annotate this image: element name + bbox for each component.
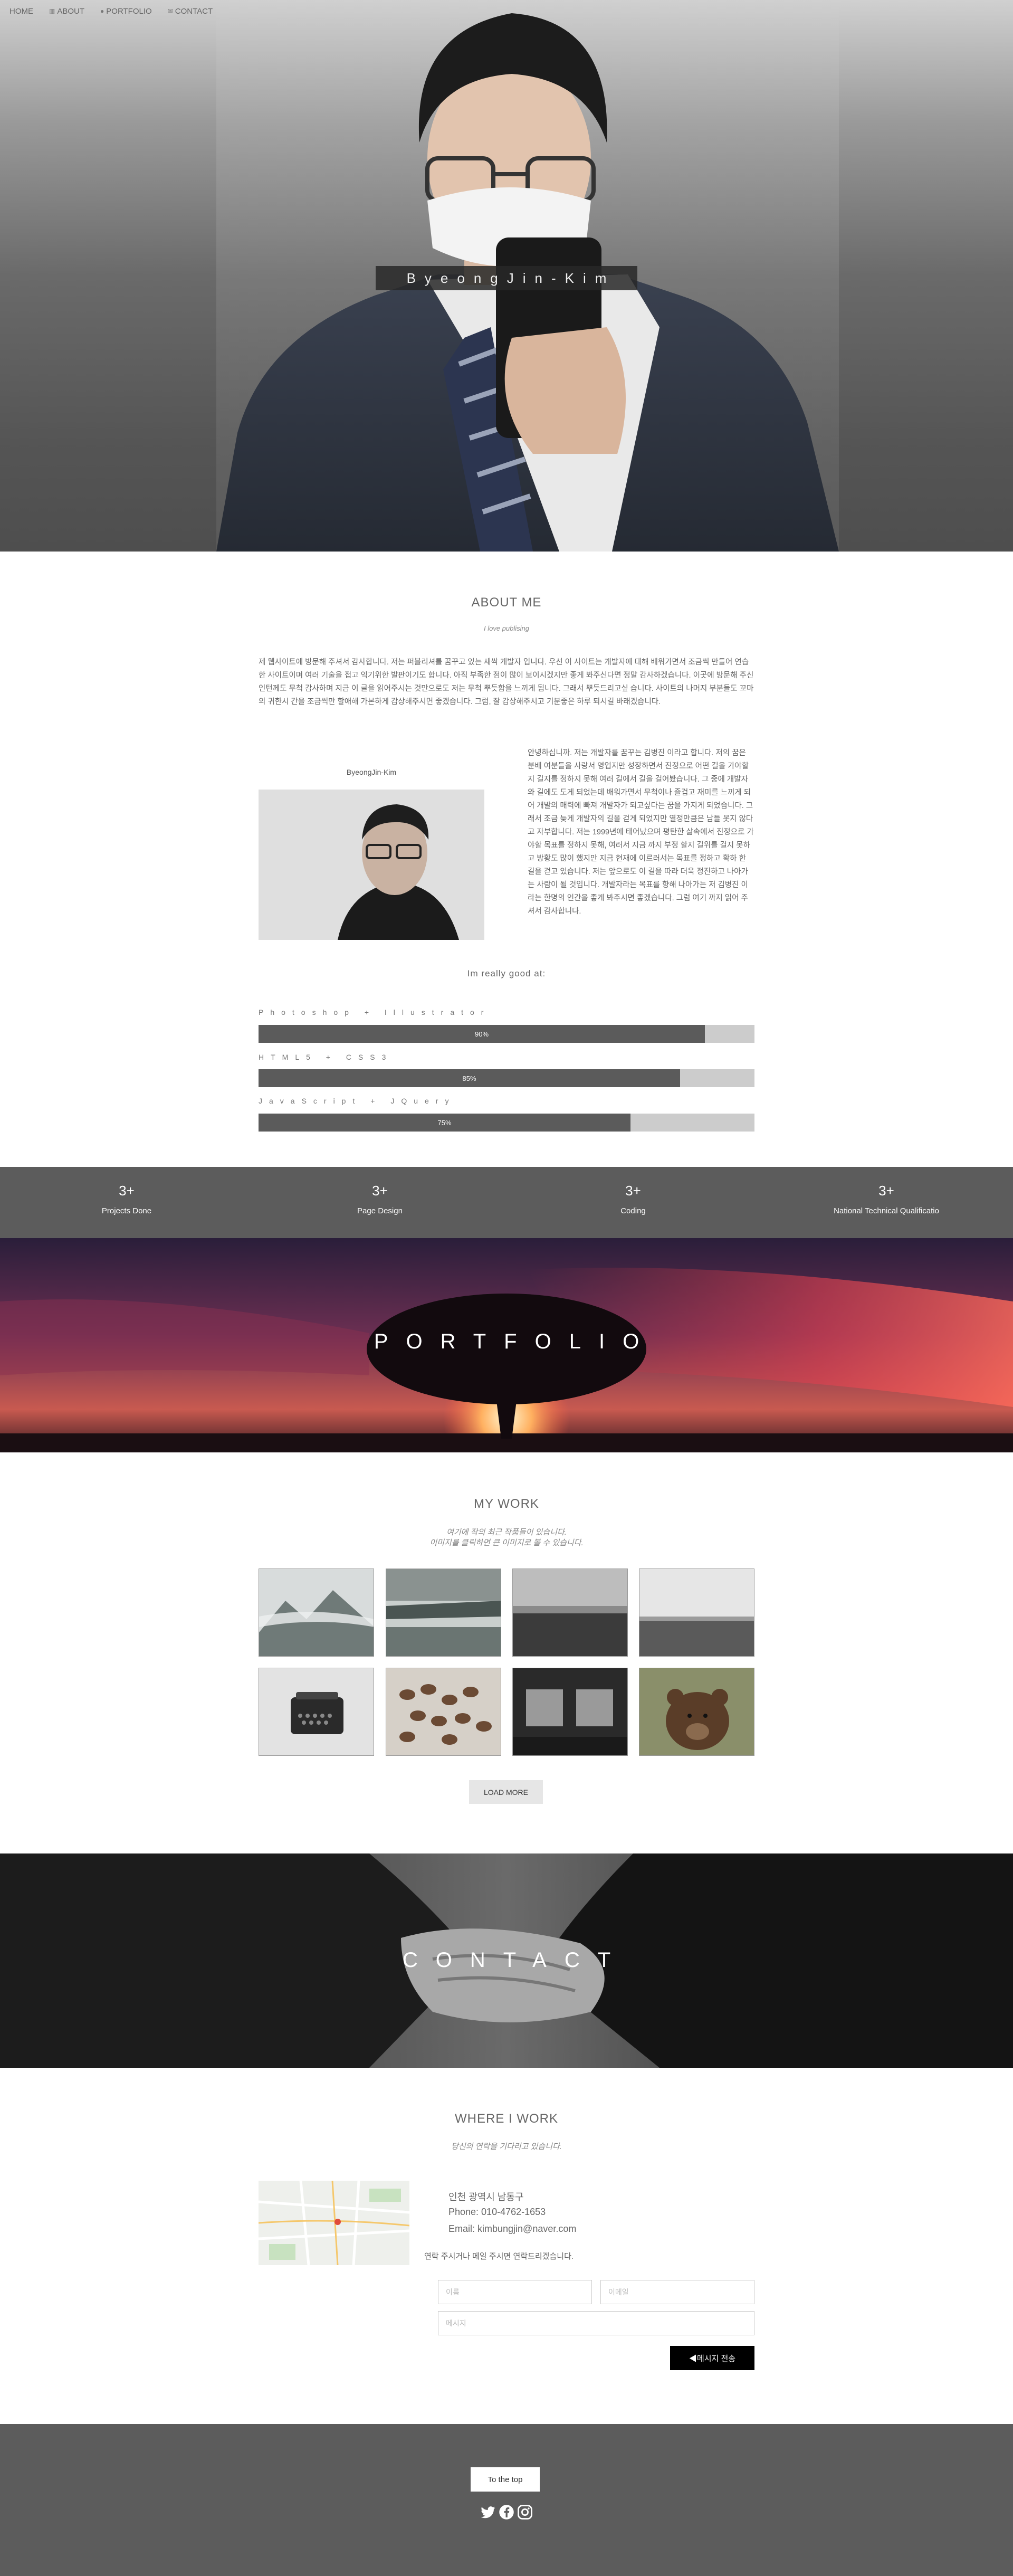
hero-name-banner: ByeongJin-Kim xyxy=(376,266,637,290)
skill-label-1: Photoshop + Illustrator xyxy=(259,1008,491,1016)
send-icon: ◀ xyxy=(689,2354,697,2363)
work-thumb-coffee-beans[interactable] xyxy=(386,1668,501,1756)
user-icon: ● xyxy=(100,7,104,15)
skill-bar-fill-3: 75% xyxy=(259,1114,630,1132)
work-thumb-foggy-lake[interactable] xyxy=(386,1569,501,1657)
envelope-icon: ✉ xyxy=(167,7,173,15)
portfolio-banner-title: PORTFOLIO xyxy=(374,1330,657,1353)
nav-about[interactable]: ▥ ABOUT xyxy=(49,7,84,16)
stat-coding: 3+ Coding xyxy=(620,1183,646,1215)
book-icon: ▥ xyxy=(49,7,55,15)
about-title: ABOUT ME xyxy=(471,595,542,610)
skill-bar-1: 90% xyxy=(259,1025,754,1043)
contact-banner: CONTACT xyxy=(0,1853,1013,2068)
contact-note: 연락 주시거나 메일 주시면 연락드리겠습니다. xyxy=(424,2252,574,2261)
location-map[interactable] xyxy=(259,2181,409,2265)
skill-bar-fill-1: 90% xyxy=(259,1025,705,1043)
send-message-button[interactable]: ◀메시지 전송 xyxy=(670,2346,754,2370)
skill-label-2: HTML5 + CSS3 xyxy=(259,1053,393,1061)
contact-phone: Phone: 010-4762-1653 xyxy=(448,2207,546,2217)
skill-bar-fill-2: 85% xyxy=(259,1069,680,1087)
stats-band: 3+ Projects Done 3+ Page Design 3+ Coding 3… xyxy=(0,1167,1013,1238)
stat-projects: 3+ Projects Done xyxy=(101,1183,152,1215)
work-thumb-typewriter[interactable] xyxy=(259,1668,374,1756)
nav-contact[interactable]: ✉ CONTACT xyxy=(168,7,213,16)
nav-portfolio[interactable]: ● PORTFOLIO xyxy=(100,7,152,16)
portfolio-subtitle-2: 이미지를 클릭하면 큰 이미지로 볼 수 있습니다. xyxy=(429,1538,584,1547)
message-input[interactable] xyxy=(438,2311,754,2335)
email-input[interactable] xyxy=(600,2280,754,2304)
footer: To the top xyxy=(0,2424,1013,2576)
work-thumb-train-window[interactable] xyxy=(512,1668,628,1756)
work-thumb-calm-horizon[interactable] xyxy=(639,1569,754,1657)
stat-design: 3+ Page Design xyxy=(357,1183,403,1215)
load-more-button[interactable]: LOAD MORE xyxy=(469,1780,543,1804)
skill-bar-3: 75% xyxy=(259,1114,754,1132)
contact-email: Email: kimbungjin@naver.com xyxy=(448,2223,577,2234)
portfolio-banner: PORTFOLIO xyxy=(0,1238,1013,1452)
skill-bar-2: 85% xyxy=(259,1069,754,1087)
skills-title: Im really good at: xyxy=(467,968,546,978)
work-thumb-bear[interactable] xyxy=(639,1668,754,1756)
contact-address: 인천 광역시 남동구 xyxy=(448,2192,524,2202)
facebook-icon[interactable] xyxy=(499,2504,514,2520)
portfolio-subtitle-1: 여기에 작의 최근 작품들이 있습니다. xyxy=(446,1528,567,1537)
about-subtitle: I love publising xyxy=(484,624,529,632)
contact-title: WHERE I WORK xyxy=(455,2112,558,2126)
hero-section: ByeongJin-Kim xyxy=(0,0,1013,552)
stat-qualification: 3+ National Technical Qualificatio xyxy=(834,1183,939,1215)
about-intro: 제 웹사이트에 방문해 주셔서 감사합니다. 저는 퍼블리셔를 꿈꾸고 있는 새… xyxy=(259,658,754,706)
name-input[interactable] xyxy=(438,2280,592,2304)
portfolio-title: MY WORK xyxy=(474,1497,539,1511)
nav-home[interactable]: HOME xyxy=(9,7,33,16)
photo-caption: ByeongJin-Kim xyxy=(346,768,397,776)
skill-label-3: JavaScript + JQuery xyxy=(259,1097,456,1105)
contact-banner-title: CONTACT xyxy=(402,1948,629,1972)
to-top-button[interactable]: To the top xyxy=(471,2467,540,2492)
top-nav: HOME ▥ ABOUT ● PORTFOLIO ✉ CONTACT xyxy=(0,0,1013,22)
profile-photo xyxy=(259,790,484,940)
work-thumb-dark-sea[interactable] xyxy=(512,1569,628,1657)
contact-subtitle: 당신의 연락을 기다리고 있습니다. xyxy=(451,2142,562,2151)
work-thumb-mountains[interactable] xyxy=(259,1569,374,1657)
instagram-icon[interactable] xyxy=(517,2504,533,2520)
twitter-icon[interactable] xyxy=(480,2504,496,2520)
about-body: 안녕하십니까. 저는 개발자를 꿈꾸는 김병진 이라고 합니다. 저의 꿈은 분… xyxy=(528,749,754,916)
